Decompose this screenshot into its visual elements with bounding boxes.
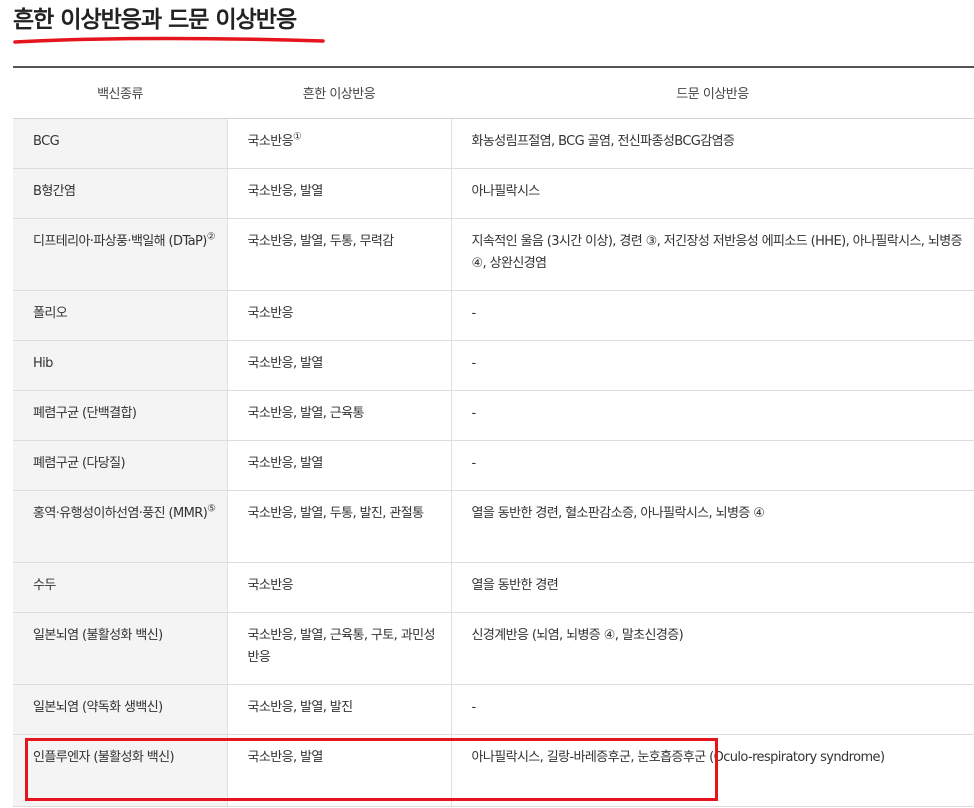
table-row: 디프테리아·파상풍·백일해 (DTaP)② 국소반응, 발열, 두통, 무력감 지속… (13, 218, 974, 291)
rare-reaction-text: - (471, 455, 477, 471)
vaccine-name: 폐렴구균 (단백결합) (33, 405, 137, 421)
vaccine-name-cell: 수두 (13, 562, 228, 613)
table-row: 수두 국소반응 열을 동반한 경련 (13, 562, 974, 613)
footnote-marker: ① (292, 131, 302, 143)
vaccine-name: 일본뇌염 (약독화 생백신) (33, 699, 163, 715)
table-header-row: 백신종류 흔한 이상반응 드문 이상반응 (13, 68, 974, 119)
rare-reaction-text: 신경계반응 (뇌염, 뇌병증 ④, 말초신경증) (471, 627, 684, 643)
rare-reaction-cell: 아나필락시스 (451, 168, 974, 219)
rare-reaction-cell: - (451, 440, 974, 491)
header-vaccine-type: 백신종류 (13, 68, 227, 119)
vaccine-name-cell: 폴리오 (13, 290, 228, 341)
table-row: 홍역·유행성이하선염·풍진 (MMR)⑤ 국소반응, 발열, 두통, 발진, 관절… (13, 490, 974, 563)
common-reaction-text: 국소반응, 발열 (247, 455, 324, 471)
table-row: 일본뇌염 (약독화 생백신) 국소반응, 발열, 발진 - (13, 684, 974, 735)
rare-reaction-text: 열을 동반한 경련 (471, 577, 559, 593)
vaccine-name: B형간염 (33, 183, 76, 199)
rare-reaction-text: 아나필락시스 (471, 183, 541, 199)
table-row: B형간염 국소반응, 발열 아나필락시스 (13, 168, 974, 219)
title-underline-mark (13, 36, 325, 44)
common-reaction-text: 국소반응, 발열, 두통, 무력감 (247, 233, 395, 249)
common-reaction-cell: 국소반응, 발열, 두통, 발진, 관절통 (227, 490, 452, 563)
rare-reaction-text: - (471, 405, 477, 421)
vaccine-name-cell: B형간염 (13, 168, 228, 219)
common-reaction-text: 국소반응 (247, 577, 294, 593)
common-reaction-cell: 국소반응, 발열, 두통, 무력감 (227, 218, 452, 291)
vaccine-name: 폐렴구균 (다당질) (33, 455, 126, 471)
vaccine-name-cell: 일본뇌염 (약독화 생백신) (13, 684, 228, 735)
vaccine-name: 디프테리아·파상풍·백일해 (DTaP) (33, 233, 207, 249)
common-reaction-text: 국소반응 (247, 133, 294, 149)
page-title: 흔한 이상반응과 드문 이상반응 (13, 7, 297, 33)
rare-reaction-text: 지속적인 울음 (3시간 이상), 경련 ③, 저긴장성 저반응성 에피소드 (… (471, 233, 963, 271)
common-reaction-cell: 국소반응, 발열, 발진 (227, 684, 452, 735)
table-row: 폐렴구균 (단백결합) 국소반응, 발열, 근육통 - (13, 390, 974, 441)
table-row: Hib 국소반응, 발열 - (13, 340, 974, 391)
vaccine-name-cell: 폐렴구균 (단백결합) (13, 390, 228, 441)
rare-reaction-text: - (471, 699, 477, 715)
title-wrap: 흔한 이상반응과 드문 이상반응 (13, 3, 325, 44)
rare-reaction-cell: - (451, 290, 974, 341)
footnote-marker: ⑤ (207, 503, 216, 515)
rare-reaction-text: - (471, 305, 477, 321)
vaccine-name-cell: Hib (13, 340, 228, 391)
vaccine-name: 홍역·유행성이하선염·풍진 (MMR) (33, 505, 208, 521)
table-body: BCG 국소반응① 화농성림프절염, BCG 골염, 전신파종성BCG감염증 B형간염… (13, 118, 974, 807)
rare-reaction-cell: - (451, 684, 974, 735)
rare-reaction-cell: 열을 동반한 경련 (451, 562, 974, 613)
vaccine-name: 일본뇌염 (불활성화 백신) (33, 627, 163, 643)
vaccine-name-cell: 디프테리아·파상풍·백일해 (DTaP)② (13, 218, 228, 291)
vaccine-name: 폴리오 (33, 305, 68, 321)
table-row: 폐렴구균 (다당질) 국소반응, 발열 - (13, 440, 974, 491)
common-reaction-cell: 국소반응, 발열 (227, 168, 452, 219)
common-reaction-text: 국소반응, 발열 (247, 183, 324, 199)
rare-reaction-text: 열을 동반한 경련, 혈소판감소증, 아나필락시스, 뇌병증 ④ (471, 505, 765, 521)
vaccine-name: BCG (33, 133, 60, 149)
vaccine-name-cell: 일본뇌염 (불활성화 백신) (13, 612, 228, 685)
rare-reaction-cell: - (451, 340, 974, 391)
vaccine-name-cell: BCG (13, 118, 228, 169)
footnote-marker: ② (206, 231, 216, 243)
common-reaction-cell: 국소반응 (227, 290, 452, 341)
rare-reaction-cell: 신경계반응 (뇌염, 뇌병증 ④, 말초신경증) (451, 612, 974, 685)
common-reaction-text: 국소반응, 발열, 근육통 (247, 405, 365, 421)
rare-reaction-cell: - (451, 390, 974, 441)
vaccine-name: Hib (33, 355, 53, 371)
common-reaction-text: 국소반응 (247, 305, 294, 321)
common-reaction-text: 국소반응, 발열 (247, 355, 324, 371)
header-rare-reaction: 드문 이상반응 (451, 68, 974, 119)
common-reaction-cell: 국소반응, 발열, 근육통 (227, 390, 452, 441)
vaccine-name-cell: 홍역·유행성이하선염·풍진 (MMR)⑤ (13, 490, 228, 563)
common-reaction-cell: 국소반응① (227, 118, 452, 169)
influenza-row-highlight-box (25, 738, 718, 801)
common-reaction-cell: 국소반응, 발열 (227, 340, 452, 391)
table-row: 폴리오 국소반응 - (13, 290, 974, 341)
vaccine-name-cell: 폐렴구균 (다당질) (13, 440, 228, 491)
vaccine-adverse-reaction-table: 백신종류 흔한 이상반응 드문 이상반응 BCG 국소반응① 화농성림프절염, BC… (13, 68, 974, 807)
common-reaction-cell: 국소반응, 발열 (227, 440, 452, 491)
header-common-reaction: 흔한 이상반응 (227, 68, 451, 119)
common-reaction-text: 국소반응, 발열, 발진 (247, 699, 354, 715)
rare-reaction-text: 화농성림프절염, BCG 골염, 전신파종성BCG감염증 (471, 133, 735, 149)
rare-reaction-text: - (471, 355, 477, 371)
common-reaction-text: 국소반응, 발열, 근육통, 구토, 과민성 반응 (247, 627, 436, 665)
rare-reaction-cell: 지속적인 울음 (3시간 이상), 경련 ③, 저긴장성 저반응성 에피소드 (… (451, 218, 974, 291)
common-reaction-text: 국소반응, 발열, 두통, 발진, 관절통 (247, 505, 425, 521)
table-row: BCG 국소반응① 화농성림프절염, BCG 골염, 전신파종성BCG감염증 (13, 118, 974, 169)
common-reaction-cell: 국소반응, 발열, 근육통, 구토, 과민성 반응 (227, 612, 452, 685)
common-reaction-cell: 국소반응 (227, 562, 452, 613)
vaccine-name: 수두 (33, 577, 56, 593)
table-row: 일본뇌염 (불활성화 백신) 국소반응, 발열, 근육통, 구토, 과민성 반응 신… (13, 612, 974, 685)
rare-reaction-cell: 화농성림프절염, BCG 골염, 전신파종성BCG감염증 (451, 118, 974, 169)
rare-reaction-cell: 열을 동반한 경련, 혈소판감소증, 아나필락시스, 뇌병증 ④ (451, 490, 974, 563)
